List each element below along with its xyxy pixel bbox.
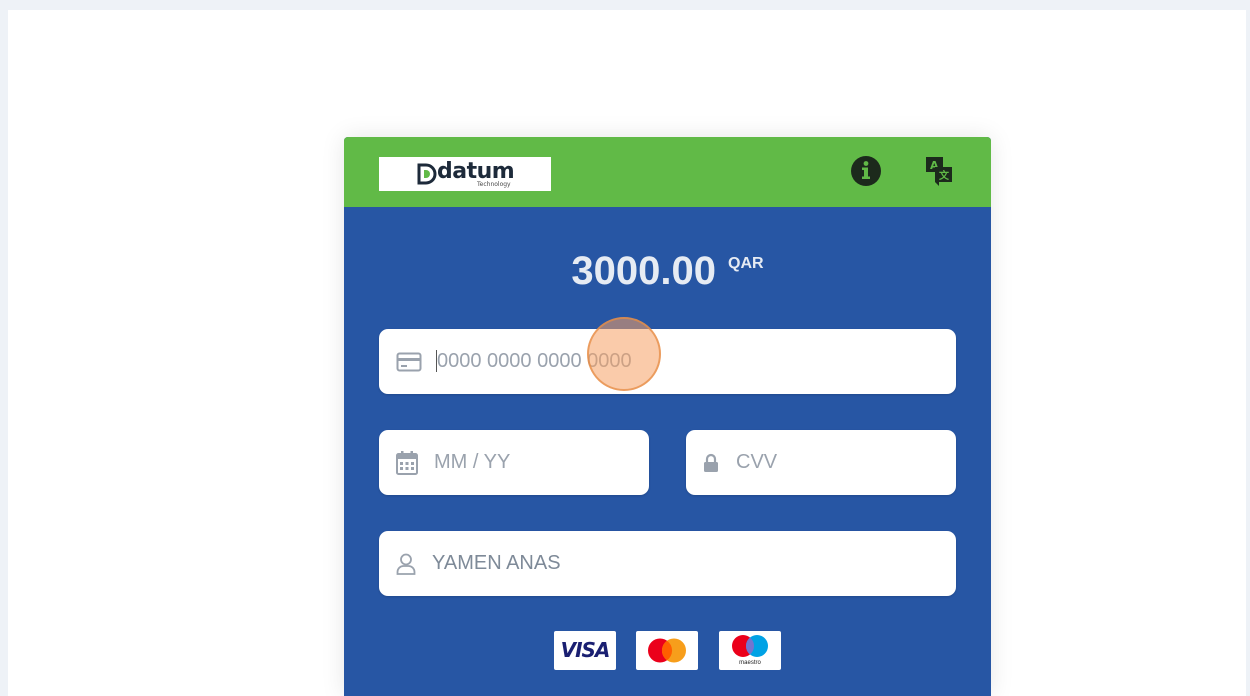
payment-card: datum Technology A 文 3000.00 QAR 0000 00… bbox=[344, 137, 991, 696]
lock-icon bbox=[704, 453, 718, 472]
datum-logo: datum Technology bbox=[379, 157, 551, 191]
payment-amount: 3000.00 bbox=[571, 249, 717, 293]
mastercard-logo bbox=[636, 631, 698, 670]
svg-text:文: 文 bbox=[939, 169, 950, 182]
cvv-input[interactable] bbox=[736, 430, 936, 495]
visa-wordmark: VISA bbox=[560, 638, 611, 662]
maestro-logo: maestro bbox=[719, 631, 781, 670]
datum-logo-mark-icon bbox=[417, 163, 437, 185]
credit-card-icon bbox=[396, 352, 422, 371]
calendar-icon bbox=[396, 450, 418, 475]
cvv-field[interactable] bbox=[686, 430, 956, 495]
maestro-wordmark: maestro bbox=[739, 660, 761, 666]
card-number-field[interactable] bbox=[379, 329, 956, 394]
amount-display: 3000.00 QAR bbox=[344, 249, 991, 294]
info-icon[interactable] bbox=[849, 154, 883, 188]
cardholder-field[interactable] bbox=[379, 531, 956, 596]
translate-icon[interactable]: A 文 bbox=[922, 154, 956, 188]
expiry-field[interactable] bbox=[379, 430, 649, 495]
expiry-input[interactable] bbox=[434, 430, 634, 495]
card-header: datum Technology A 文 bbox=[344, 137, 991, 207]
card-number-input[interactable] bbox=[437, 329, 937, 394]
cardholder-input[interactable] bbox=[432, 531, 932, 596]
card-brands: VISA maestro bbox=[344, 631, 991, 671]
mastercard-circles-icon bbox=[648, 638, 686, 663]
maestro-circles-icon bbox=[732, 635, 768, 657]
user-icon bbox=[396, 553, 416, 575]
payment-currency: QAR bbox=[728, 254, 764, 272]
logo-subtitle: Technology bbox=[477, 181, 511, 188]
visa-logo: VISA bbox=[554, 631, 616, 670]
